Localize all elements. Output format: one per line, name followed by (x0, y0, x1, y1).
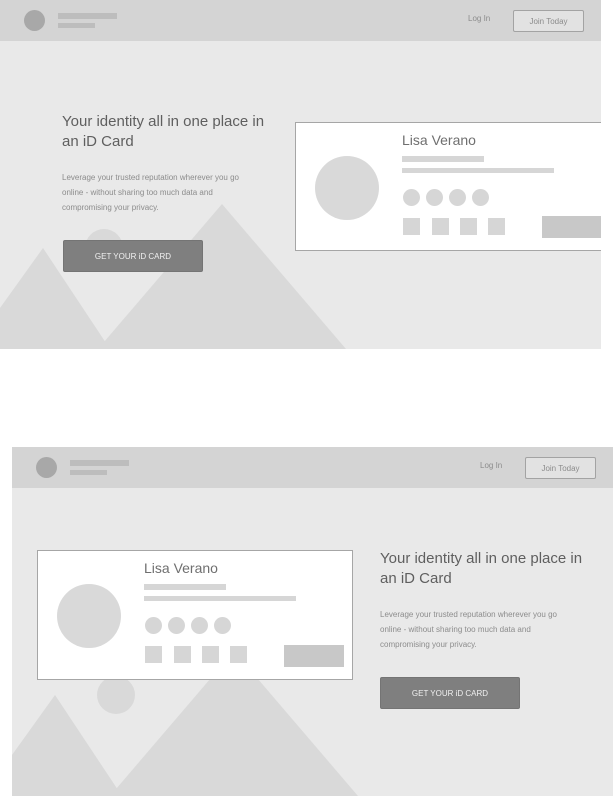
join-today-button[interactable]: Join Today (525, 457, 596, 479)
hero-description: Leverage your trusted reputation whereve… (62, 173, 239, 212)
card-action-button (284, 645, 344, 667)
top-nav: Log In Join Today (12, 447, 613, 488)
card-name: Lisa Verano (144, 560, 218, 576)
card-square-icon (432, 218, 449, 235)
layout-variant-1: Log In Join Today Your identity all in o… (0, 0, 601, 349)
card-badge-icon (168, 617, 185, 634)
logo-subtext-placeholder (70, 470, 107, 475)
card-badge-icon (426, 189, 443, 206)
card-square-icon (488, 218, 505, 235)
card-action-button (542, 216, 601, 238)
logo-text-placeholder (70, 460, 129, 466)
card-badge-icon (191, 617, 208, 634)
logo-text-placeholder (58, 13, 117, 19)
card-badge-icon (403, 189, 420, 206)
card-text-line (402, 156, 484, 162)
card-avatar (315, 156, 379, 220)
logo-icon (24, 10, 45, 31)
logo-icon (36, 457, 57, 478)
card-square-icon (230, 646, 247, 663)
card-square-icon (174, 646, 191, 663)
card-badge-icon (145, 617, 162, 634)
card-square-icon (202, 646, 219, 663)
top-nav: Log In Join Today (0, 0, 601, 41)
join-today-button[interactable]: Join Today (513, 10, 584, 32)
id-card-preview: Lisa Verano (37, 550, 353, 680)
card-square-icon (460, 218, 477, 235)
card-name: Lisa Verano (402, 132, 476, 148)
id-card-preview: Lisa Verano (295, 122, 601, 251)
card-text-line (144, 596, 296, 601)
hero-headline: Your identity all in one place in an iD … (380, 550, 583, 587)
layout-variant-2: Log In Join Today Lisa Verano Your ident… (12, 447, 613, 796)
card-avatar (57, 584, 121, 648)
card-text-line (402, 168, 554, 173)
card-badge-icon (449, 189, 466, 206)
card-badge-icon (472, 189, 489, 206)
card-text-line (144, 584, 226, 590)
card-square-icon (403, 218, 420, 235)
hero-description: Leverage your trusted reputation whereve… (380, 610, 557, 649)
login-link[interactable]: Log In (468, 14, 490, 23)
logo-subtext-placeholder (58, 23, 95, 28)
sun-circle (97, 676, 135, 714)
card-square-icon (145, 646, 162, 663)
card-badge-icon (214, 617, 231, 634)
hero-headline: Your identity all in one place in an iD … (62, 113, 265, 150)
get-id-card-button[interactable]: GET YOUR iD CARD (63, 240, 203, 272)
get-id-card-button[interactable]: GET YOUR iD CARD (380, 677, 520, 709)
login-link[interactable]: Log In (480, 461, 502, 470)
